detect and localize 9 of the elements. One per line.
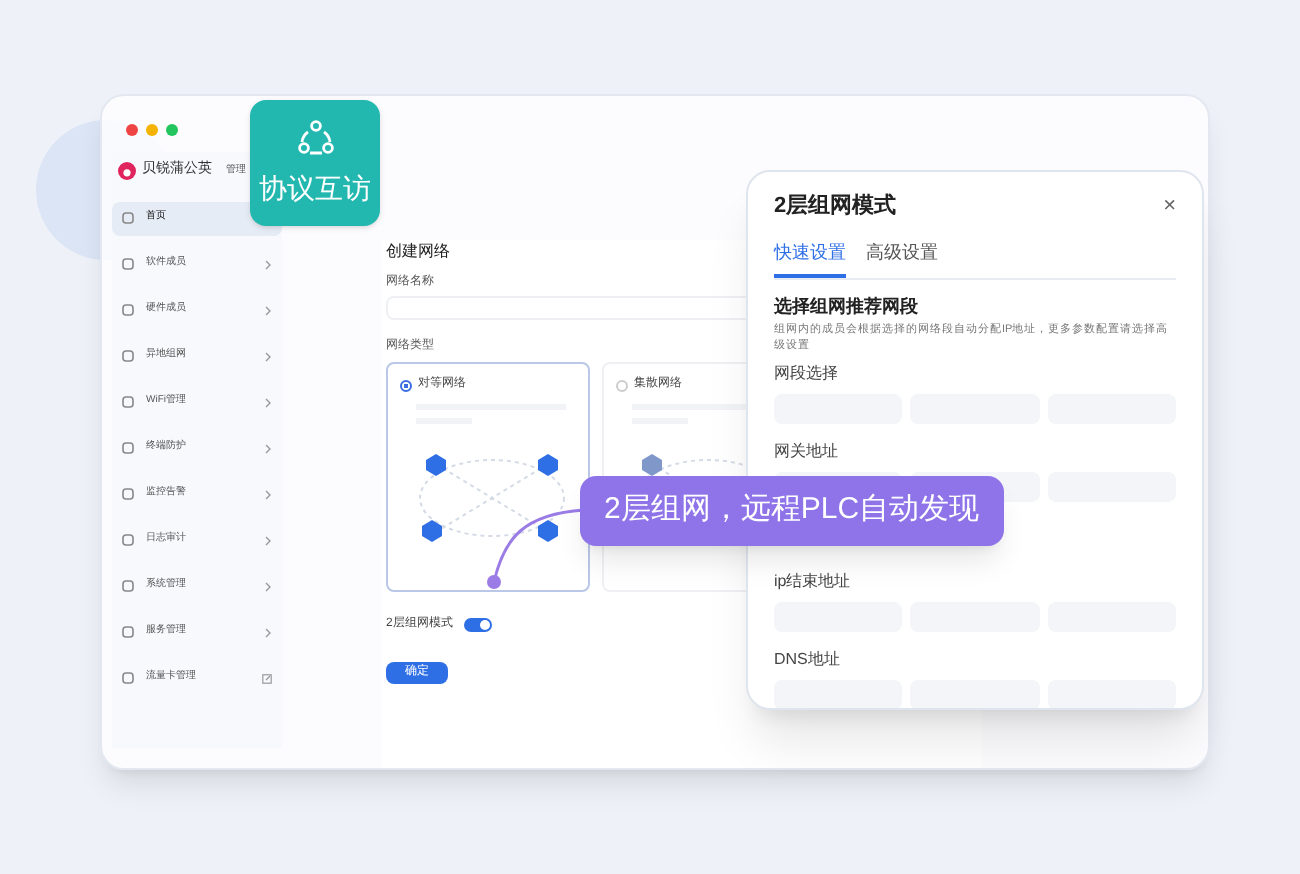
badge-label: 协议互访 [259,169,371,207]
section-heading: 选择组网推荐网段 [774,294,920,320]
feature-callout-tooltip: 2层组网，远程PLC自动发现 [580,476,1004,546]
form-title: 创建网络 [386,240,450,264]
field-label: ip结束地址 [774,570,853,594]
field-label: 网段选择 [774,362,840,386]
dialog-title: 2层组网模式 [774,191,897,222]
field-label: 网关地址 [774,440,840,464]
field-label: DNS地址 [774,648,842,672]
